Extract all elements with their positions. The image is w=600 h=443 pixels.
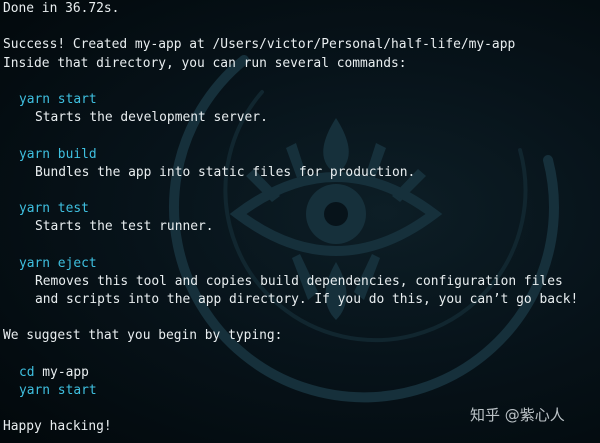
watermark: 知乎 @紫心人 xyxy=(470,406,565,424)
command-description: and scripts into the app directory. If y… xyxy=(35,292,579,307)
command-yarn-test: yarn test xyxy=(19,201,89,217)
command-description: Starts the test runner. xyxy=(35,219,214,235)
suggest-line: We suggest that you begin by typing: xyxy=(3,328,283,344)
command-description: Removes this tool and copies build depen… xyxy=(35,273,563,289)
inside-line: Inside that directory, you can run sever… xyxy=(3,55,407,71)
terminal-window[interactable]: Done in 36.72s. Success! Created my-app … xyxy=(0,0,600,443)
cd-keyword: cd xyxy=(19,364,35,380)
cd-argument: my-app xyxy=(34,364,89,380)
success-line: Success! Created my-app at /Users/victor… xyxy=(3,37,516,53)
suggested-command-yarn-start: yarn start xyxy=(19,382,97,398)
command-yarn-build: yarn build xyxy=(19,146,97,162)
command-yarn-start: yarn start xyxy=(19,91,97,107)
command-description: Starts the development server. xyxy=(35,110,268,126)
status-line: Done in 36.72s. xyxy=(3,1,120,16)
suggested-command-cd: cd my-app xyxy=(3,364,600,382)
command-yarn-eject: yarn eject xyxy=(19,255,97,271)
terminal-output: Done in 36.72s. Success! Created my-app … xyxy=(3,0,600,437)
command-description: Bundles the app into static files for pr… xyxy=(35,164,416,180)
